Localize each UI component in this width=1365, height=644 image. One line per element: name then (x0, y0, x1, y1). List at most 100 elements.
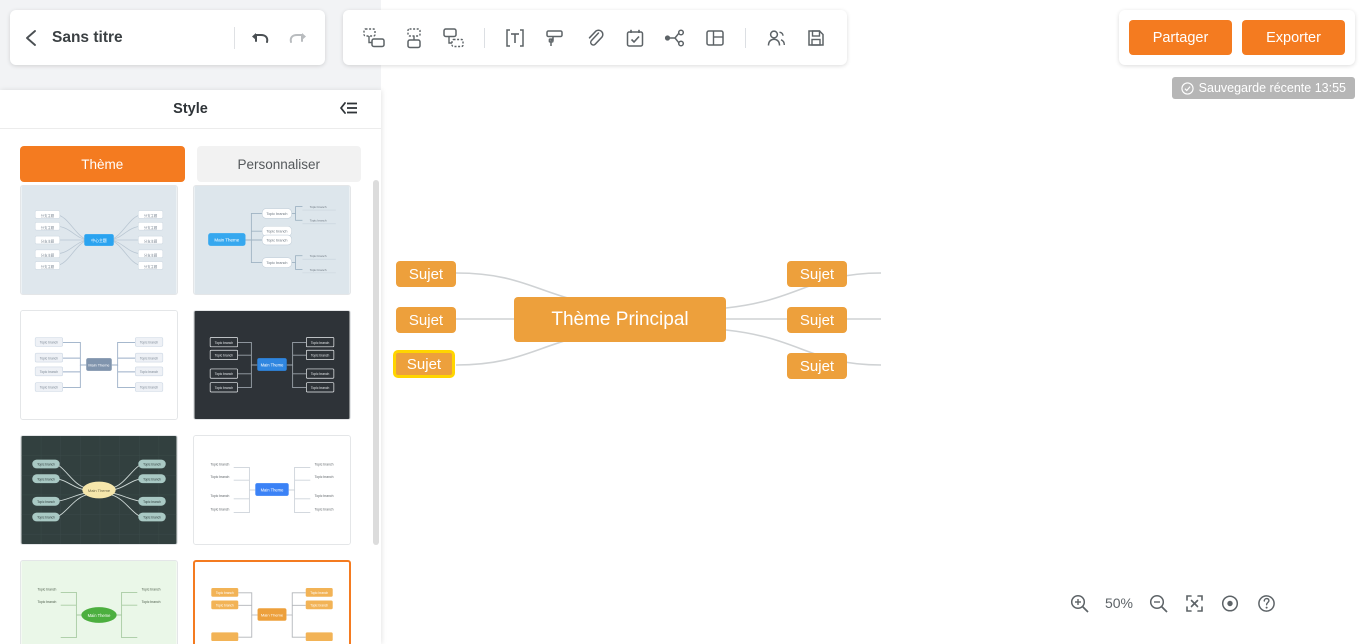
save-button[interactable] (801, 10, 831, 65)
mindmap-leaf-node[interactable]: Sujet (787, 307, 847, 333)
svg-text:Topic branch: Topic branch (311, 372, 330, 376)
mindmap-leaf-node[interactable]: Sujet (396, 307, 456, 333)
svg-text:Topic branch: Topic branch (266, 212, 287, 216)
svg-text:Topic branch: Topic branch (211, 508, 230, 512)
collaborators-button[interactable] (761, 10, 791, 65)
svg-text:Topic branch: Topic branch (310, 254, 327, 258)
svg-text:Topic branch: Topic branch (40, 356, 59, 360)
share-button[interactable]: Partager (1129, 20, 1232, 55)
sidebar-scrollbar[interactable] (373, 180, 379, 545)
insert-child-topic-icon (407, 27, 421, 48)
document-title[interactable]: Sans titre (52, 29, 123, 47)
insert-sibling-topic-icon (363, 27, 385, 47)
svg-text:Topic branch: Topic branch (143, 516, 161, 520)
svg-text:Topic branch: Topic branch (215, 372, 234, 376)
svg-text:Topic branch: Topic branch (37, 500, 55, 504)
svg-text:分支主题: 分支主题 (41, 213, 55, 218)
svg-text:Topic branch: Topic branch (315, 494, 334, 498)
tab-personnaliser[interactable]: Personnaliser (196, 146, 361, 182)
theme-option-dark-charcoal-balanced[interactable]: Main Theme Topic branch Topic branch Topi… (193, 310, 351, 420)
mindmap-app: Thème Principal Sujet Sujet Sujet Sujet … (0, 0, 1365, 644)
theme-option-light-blue-tree-right[interactable]: Main Theme Topic branch Topic branch Topi… (193, 185, 351, 295)
mindmap-leaf-node[interactable]: Sujet (787, 353, 847, 379)
paint-roller-button[interactable] (540, 10, 570, 65)
svg-text:Topic branch: Topic branch (37, 477, 55, 481)
layout-panel-icon (706, 29, 724, 46)
tab-theme[interactable]: Thème (20, 146, 185, 182)
svg-text:Topic branch: Topic branch (310, 591, 328, 595)
style-panel-header: Style (0, 90, 381, 129)
svg-text:Topic branch: Topic branch (215, 354, 234, 358)
redo-arrow-icon (289, 32, 306, 43)
style-tabs: Thème Personnaliser (0, 129, 381, 182)
svg-text:Topic branch: Topic branch (37, 516, 55, 520)
toolbar-divider (484, 27, 485, 48)
redo-button[interactable] (287, 28, 307, 48)
style-sidebar: Style Thème Personnaliser 分支主题 分支主题 分支主题… (0, 90, 381, 644)
mindmap-leaf-node[interactable]: Sujet (787, 261, 847, 287)
chevron-left-icon (25, 29, 36, 46)
svg-text:Topic branch: Topic branch (142, 587, 161, 591)
svg-text:分支主题: 分支主题 (41, 252, 55, 257)
insert-sibling-topic-button[interactable] (359, 10, 389, 65)
svg-text:Main Theme: Main Theme (261, 362, 284, 367)
mindmap-leaf-node-selected[interactable]: Sujet (394, 351, 454, 377)
collaborators-icon (767, 29, 785, 46)
zoom-in-button[interactable] (1069, 592, 1091, 614)
undo-arrow-icon (252, 32, 269, 43)
relationship-button[interactable] (660, 10, 690, 65)
svg-text:Topic branch: Topic branch (211, 494, 230, 498)
theme-option-white-slate-balanced[interactable]: Main Theme Topic branch Topic branch Topi… (20, 310, 178, 420)
theme-option-light-blue-radial[interactable]: 分支主题 分支主题 分支主题 分支主题 分支主题 分支主题 分支主题 分支主题 分支主题… (20, 185, 178, 295)
text-format-button[interactable] (500, 10, 530, 65)
svg-text:Topic branch: Topic branch (310, 268, 327, 272)
theme-option-white-blue-plain[interactable]: Main Theme Topic branch Topic branch Topi… (193, 435, 351, 545)
svg-text:Topic branch: Topic branch (140, 370, 159, 374)
document-title-card: Sans titre (10, 10, 325, 65)
mindmap-leaf-node[interactable]: Sujet (396, 261, 456, 287)
theme-option-dark-teal-radial[interactable]: Main Theme Topic branch Topic branch Topi… (20, 435, 178, 545)
save-status-toast: Sauvegarde récente 13:55 (1171, 77, 1355, 99)
collapse-panel-button[interactable] (339, 100, 359, 118)
svg-text:Topic branch: Topic branch (142, 600, 161, 604)
layout-button[interactable] (700, 10, 730, 65)
back-button[interactable] (10, 10, 52, 65)
svg-text:分支主题: 分支主题 (144, 239, 158, 244)
undo-redo-group (251, 28, 325, 48)
svg-text:Topic branch: Topic branch (315, 475, 334, 479)
svg-text:Topic branch: Topic branch (266, 230, 287, 234)
calendar-task-icon (626, 29, 644, 47)
insert-parent-topic-button[interactable] (439, 10, 469, 65)
help-button[interactable] (1255, 592, 1277, 614)
svg-text:Topic branch: Topic branch (211, 475, 230, 479)
svg-text:Main Theme: Main Theme (214, 237, 239, 242)
theme-thumbnail-scroll[interactable]: 分支主题 分支主题 分支主题 分支主题 分支主题 分支主题 分支主题 分支主题 分支主题… (0, 185, 381, 644)
mindmap-root-node[interactable]: Thème Principal (514, 297, 726, 342)
editor-toolbar (343, 10, 847, 65)
export-button[interactable]: Exporter (1242, 20, 1345, 55)
svg-text:Topic branch: Topic branch (38, 600, 57, 604)
svg-text:分支主题: 分支主题 (41, 264, 55, 269)
theme-option-pale-green-radial[interactable]: Main Theme Topic branch Topic branch Topi… (20, 560, 178, 644)
svg-text:Topic branch: Topic branch (143, 500, 161, 504)
zoom-out-button[interactable] (1147, 592, 1169, 614)
toolbar-divider (745, 27, 746, 48)
svg-text:分支主题: 分支主题 (41, 225, 55, 230)
fit-screen-button[interactable] (1183, 592, 1205, 614)
insert-parent-topic-icon (443, 27, 464, 47)
preview-button[interactable] (1219, 592, 1241, 614)
svg-text:Topic branch: Topic branch (140, 356, 159, 360)
theme-option-orange-balanced-selected[interactable]: Main Theme Topic branch Topic branch Topi… (193, 560, 351, 644)
zoom-level-label[interactable]: 50% (1105, 595, 1133, 611)
svg-text:Topic branch: Topic branch (310, 604, 328, 608)
svg-text:Topic branch: Topic branch (215, 386, 234, 390)
insert-child-topic-button[interactable] (399, 10, 429, 65)
svg-text:中心主题: 中心主题 (91, 238, 107, 243)
task-calendar-button[interactable] (620, 10, 650, 65)
svg-text:Topic branch: Topic branch (315, 462, 334, 466)
undo-button[interactable] (251, 28, 271, 48)
attachment-button[interactable] (580, 10, 610, 65)
svg-text:Topic branch: Topic branch (311, 354, 330, 358)
svg-text:Topic branch: Topic branch (40, 341, 59, 345)
help-question-icon (1257, 594, 1275, 612)
